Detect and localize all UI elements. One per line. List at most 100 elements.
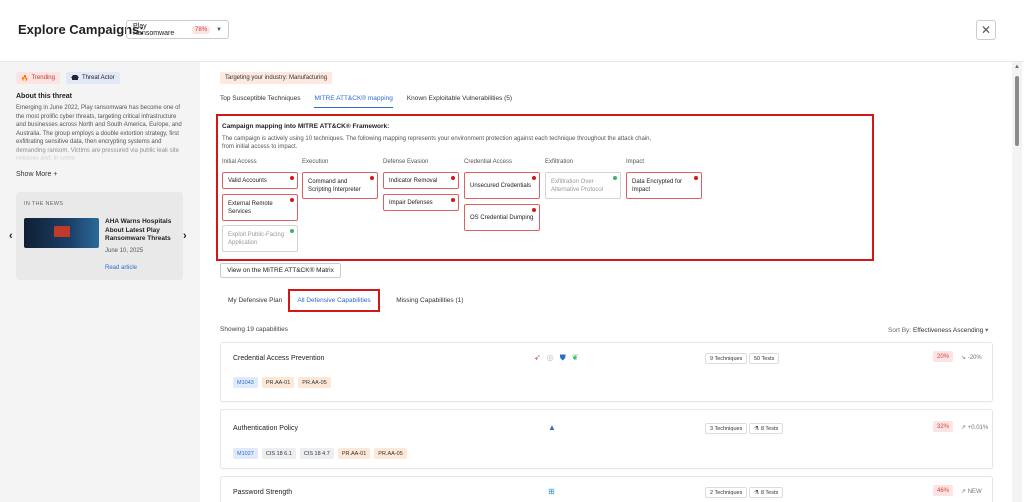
technique-label: OS Credential Dumping [470,214,534,221]
news-date: June 10, 2025 [105,248,144,254]
chevron-down-icon: ▼ [216,26,222,33]
view-matrix-button[interactable]: View on the MITRE ATT&CK® Matrix [220,263,341,278]
top-tabs: Top Susceptible Techniques MITRE ATT&CK®… [220,95,512,108]
trending-tag: 🔥 Trending [16,72,60,84]
tactic-credential-access: Credential Access [464,159,513,165]
capability-card[interactable]: Authentication Policy ▲ 3 Techniques ⚗ 8 … [220,409,993,469]
mitre-mapping-panel: Campaign mapping into MITRE ATT&CK® Fram… [216,114,874,261]
tab-top-techniques[interactable]: Top Susceptible Techniques [220,95,300,108]
technique-label: Unsecured Credentials [470,182,532,189]
tactic-execution: Execution [302,159,329,165]
tests-pill: 50 Tests [749,353,780,364]
technique-card[interactable]: Indicator Removal [383,172,459,189]
techniques-pill: 9 Techniques [705,353,748,364]
technique-card[interactable]: Exfiltration Over Alternative Protocol [545,172,621,199]
technique-card[interactable]: Data Encrypted for Impact [626,172,702,199]
capability-card[interactable]: Password Strength ⊞ 2 Techniques ⚗ 8 Test… [220,476,993,502]
effectiveness-badge: 46% [933,485,954,496]
tactic-defense-evasion: Defense Evasion [383,159,429,165]
trend-up-icon: ↗ [961,425,968,431]
capability-card[interactable]: Credential Access Prevention ➶ ◎ ⛊ ❦ 9 T… [220,342,993,402]
main-content: Targeting your industry: Manufacturing T… [200,62,1010,502]
trend-value: NEW [967,489,982,495]
hacker-icon [71,74,79,82]
technique-card[interactable]: Impair Defenses [383,194,459,211]
framework-chips: M1027 CIS 18 6.1 CIS 18 4.7 PR.AA-01 PR.… [233,448,407,459]
technique-label: Command and Scripting Interpreter [308,178,361,193]
news-next-button[interactable]: › [183,230,187,242]
trend-down-icon: ↘ [961,355,968,361]
technique-card[interactable]: OS Credential Dumping [464,204,540,231]
technique-card[interactable]: Exploit Public-Facing Application [222,225,298,252]
threat-actor-label: Threat Actor [82,75,115,81]
technique-card[interactable]: Command and Scripting Interpreter [302,172,378,199]
capability-count: Showing 19 capabilities [220,326,288,333]
framework-chip: PR.AA-05 [374,448,407,459]
about-title: About this threat [16,93,72,100]
mapping-title: Campaign mapping into MITRE ATT&CK® Fram… [222,123,390,130]
tests-pill: ⚗ 8 Tests [749,487,784,498]
technique-card[interactable]: External Remote Services [222,194,298,221]
tab-vulnerabilities[interactable]: Known Exploitable Vulnerabilities (5) [407,95,512,108]
scrollbar[interactable]: ▲ [1012,62,1022,502]
flask-icon: ⚗ [754,425,759,432]
tests-label: 8 Tests [760,489,779,496]
show-more-button[interactable]: Show More + [16,171,57,178]
capability-name: Password Strength [233,489,293,496]
mitigation-chip: M1043 [233,377,258,388]
threat-actor-tag: Threat Actor [66,72,120,84]
sort-value: Effectiveness Ascending [912,327,984,334]
framework-chip: CIS 18 4.7 [299,448,334,459]
mapping-description: The campaign is actively using 10 techni… [222,136,652,150]
news-thumbnail [24,218,99,248]
tab-all-defensive-capabilities[interactable]: All Defensive Capabilities [288,289,380,312]
technique-label: Impair Defenses [389,199,433,206]
falcon-icon: ➶ [534,353,541,362]
trend-indicator: ↘ -20% [961,354,982,361]
status-dot [290,198,294,202]
effectiveness-badge: 20% [933,351,954,362]
sidebar: 🔥 Trending Threat Actor About this threa… [0,62,200,502]
circle-vendor-icon: ◎ [546,353,554,362]
technique-card[interactable]: Unsecured Credentials [464,172,540,199]
modal-header: Explore Campaigns: Play Ransomware 78% ▼… [0,0,1024,62]
azure-icon: ▲ [548,423,556,432]
sort-dropdown[interactable]: Sort By: Effectiveness Ascending ▾ [888,326,988,334]
tab-mitre-mapping[interactable]: MITRE ATT&CK® mapping [314,95,393,108]
status-dot [451,198,455,202]
news-headline[interactable]: AHA Warns Hospitals About Latest Play Ra… [105,218,179,244]
scroll-up-icon[interactable]: ▲ [1014,64,1020,70]
status-dot [451,176,455,180]
framework-chip: PR.AA-01 [261,377,295,388]
flame-icon: 🔥 [21,75,29,82]
sort-label: Sort By: [888,327,912,334]
effectiveness-badge: 32% [933,421,954,432]
status-dot [532,208,536,212]
tab-my-defensive-plan[interactable]: My Defensive Plan [228,297,282,304]
technique-card[interactable]: Valid Accounts [222,172,298,189]
leaf-icon: ❦ [571,353,579,362]
capability-name: Authentication Policy [233,425,298,432]
trend-up-icon: ↗ [961,489,968,495]
scrollbar-thumb[interactable] [1015,76,1019,146]
status-dot [370,176,374,180]
tactic-exfiltration: Exfiltration [545,159,574,165]
tab-missing-capabilities[interactable]: Missing Capabilities (1) [396,297,463,304]
capability-name: Credential Access Prevention [233,355,325,362]
campaign-select[interactable]: Play Ransomware 78% ▼ [126,20,229,39]
close-button[interactable]: ✕ [976,20,996,40]
vendor-icons: ▲ [548,423,556,432]
news-prev-button[interactable]: ‹ [9,230,13,242]
framework-chip: PR.AA-01 [337,448,371,459]
status-dot [532,176,536,180]
campaign-name: Play Ransomware [133,22,175,37]
vendor-icons: ➶ ◎ ⛊ ❦ [534,353,578,363]
flask-icon: ⚗ [754,489,759,496]
shield-icon: ⛊ [559,353,566,362]
trend-indicator: ↗ +0.01% [961,424,988,431]
read-article-link[interactable]: Read article [105,265,137,271]
tests-pill: ⚗ 8 Tests [749,423,784,434]
chevron-down-icon: ▾ [985,327,989,334]
industry-badge: Targeting your industry: Manufacturing [220,72,333,84]
technique-label: Exfiltration Over Alternative Protocol [551,178,604,193]
